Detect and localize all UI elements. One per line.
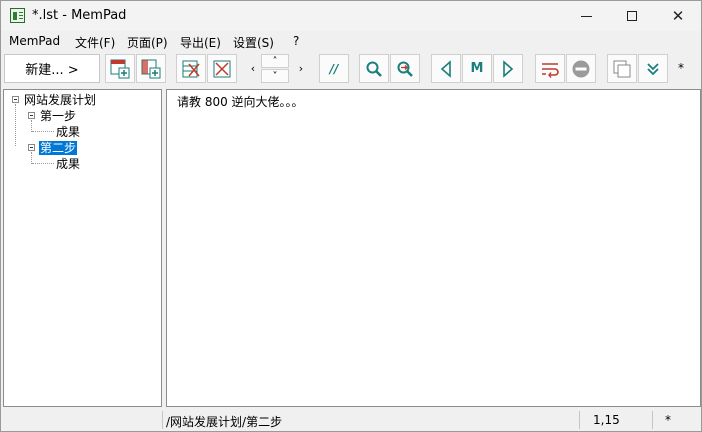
status-modified: * bbox=[665, 413, 671, 427]
expand-button[interactable] bbox=[638, 54, 668, 83]
menu-mempad[interactable]: MemPad bbox=[9, 34, 60, 48]
tree-node-step2-result[interactable]: 成果 bbox=[56, 157, 80, 171]
tree-node-step1-result[interactable]: 成果 bbox=[56, 125, 80, 139]
add-subpage-button[interactable] bbox=[136, 54, 166, 83]
app-window: *.lst - MemPad ✕ MemPad 文件(F) 页面(P) 导出(E… bbox=[0, 0, 702, 432]
tree-node-step1[interactable]: 第一步 bbox=[40, 109, 76, 123]
status-divider bbox=[579, 411, 580, 429]
add-page-icon bbox=[110, 59, 130, 78]
delete-page-button[interactable] bbox=[176, 54, 206, 83]
move-down-button[interactable]: ˅ bbox=[261, 69, 289, 83]
tree-node-root[interactable]: 网站发展计划 bbox=[24, 93, 96, 107]
cut-page-button[interactable] bbox=[207, 54, 237, 83]
move-down-icon: ˅ bbox=[272, 70, 278, 82]
menu-export[interactable]: 导出(E) bbox=[180, 34, 221, 51]
toolbar: 新建... > ‹ ˄ ˅ › // M * bbox=[1, 53, 701, 87]
delete-page-icon bbox=[182, 60, 200, 77]
move-left-icon: ‹ bbox=[250, 62, 256, 75]
window-icon bbox=[613, 60, 631, 77]
menu-help[interactable]: ? bbox=[293, 34, 299, 48]
menu-page[interactable]: 页面(P) bbox=[127, 34, 168, 51]
next-button[interactable] bbox=[493, 54, 523, 83]
status-divider bbox=[652, 411, 653, 429]
page-tree[interactable]: 网站发展计划 第一步 成果 第二步 成果 bbox=[3, 89, 162, 407]
new-page-button[interactable]: 新建... > bbox=[4, 54, 100, 83]
prev-button[interactable] bbox=[431, 54, 461, 83]
find-replace-icon bbox=[397, 61, 413, 77]
minimize-button[interactable] bbox=[563, 1, 609, 31]
add-subpage-icon bbox=[141, 59, 161, 78]
move-up-icon: ˄ bbox=[272, 55, 278, 67]
close-button[interactable]: ✕ bbox=[655, 1, 701, 31]
maximize-icon bbox=[627, 11, 637, 21]
move-right-button[interactable]: › bbox=[295, 54, 307, 83]
text-editor[interactable]: 请教 800 逆向大佬。。。 bbox=[166, 89, 701, 407]
status-divider bbox=[162, 411, 163, 429]
comment-button[interactable]: // bbox=[319, 54, 349, 83]
next-icon bbox=[503, 59, 514, 78]
toolbar-star: * bbox=[678, 61, 684, 75]
wrap-icon bbox=[542, 62, 559, 78]
editor-content[interactable]: 请教 800 逆向大佬。。。 bbox=[177, 93, 304, 110]
move-right-icon: › bbox=[298, 62, 304, 75]
tree-line bbox=[32, 163, 54, 165]
mark-button[interactable]: M bbox=[462, 54, 492, 83]
menu-file[interactable]: 文件(F) bbox=[75, 34, 115, 51]
window-button[interactable] bbox=[607, 54, 637, 83]
collapse-icon[interactable] bbox=[12, 96, 19, 103]
stop-icon bbox=[572, 60, 590, 77]
maximize-button[interactable] bbox=[609, 1, 655, 31]
title-bar: *.lst - MemPad ✕ bbox=[1, 1, 701, 31]
tree-line bbox=[32, 131, 54, 133]
prev-icon bbox=[440, 59, 451, 78]
comment-icon: // bbox=[329, 61, 339, 76]
window-title: *.lst - MemPad bbox=[32, 8, 127, 23]
find-replace-button[interactable] bbox=[390, 54, 420, 83]
tree-node-step2[interactable]: 第二步 bbox=[37, 140, 79, 156]
find-button[interactable] bbox=[359, 54, 389, 83]
app-icon bbox=[10, 8, 25, 23]
wrap-button[interactable] bbox=[535, 54, 565, 83]
stop-button[interactable] bbox=[566, 54, 596, 83]
status-position: 1,15 bbox=[593, 413, 620, 427]
cut-page-icon bbox=[213, 60, 231, 77]
find-icon bbox=[366, 61, 382, 77]
status-path: /网站发展计划/第二步 bbox=[166, 415, 283, 429]
minimize-icon bbox=[580, 15, 592, 17]
status-bar: /网站发展计划/第二步 1,15 * bbox=[1, 409, 701, 431]
tree-line bbox=[15, 104, 17, 146]
close-icon: ✕ bbox=[671, 7, 685, 25]
move-left-button[interactable]: ‹ bbox=[247, 54, 259, 83]
mark-icon: M bbox=[470, 61, 484, 76]
collapse-icon[interactable] bbox=[28, 144, 35, 151]
move-up-button[interactable]: ˄ bbox=[261, 54, 289, 68]
expand-icon bbox=[647, 62, 659, 75]
add-page-button[interactable] bbox=[105, 54, 135, 83]
collapse-icon[interactable] bbox=[28, 112, 35, 119]
menu-bar: MemPad 文件(F) 页面(P) 导出(E) 设置(S) ? bbox=[1, 32, 701, 52]
menu-settings[interactable]: 设置(S) bbox=[233, 34, 274, 51]
